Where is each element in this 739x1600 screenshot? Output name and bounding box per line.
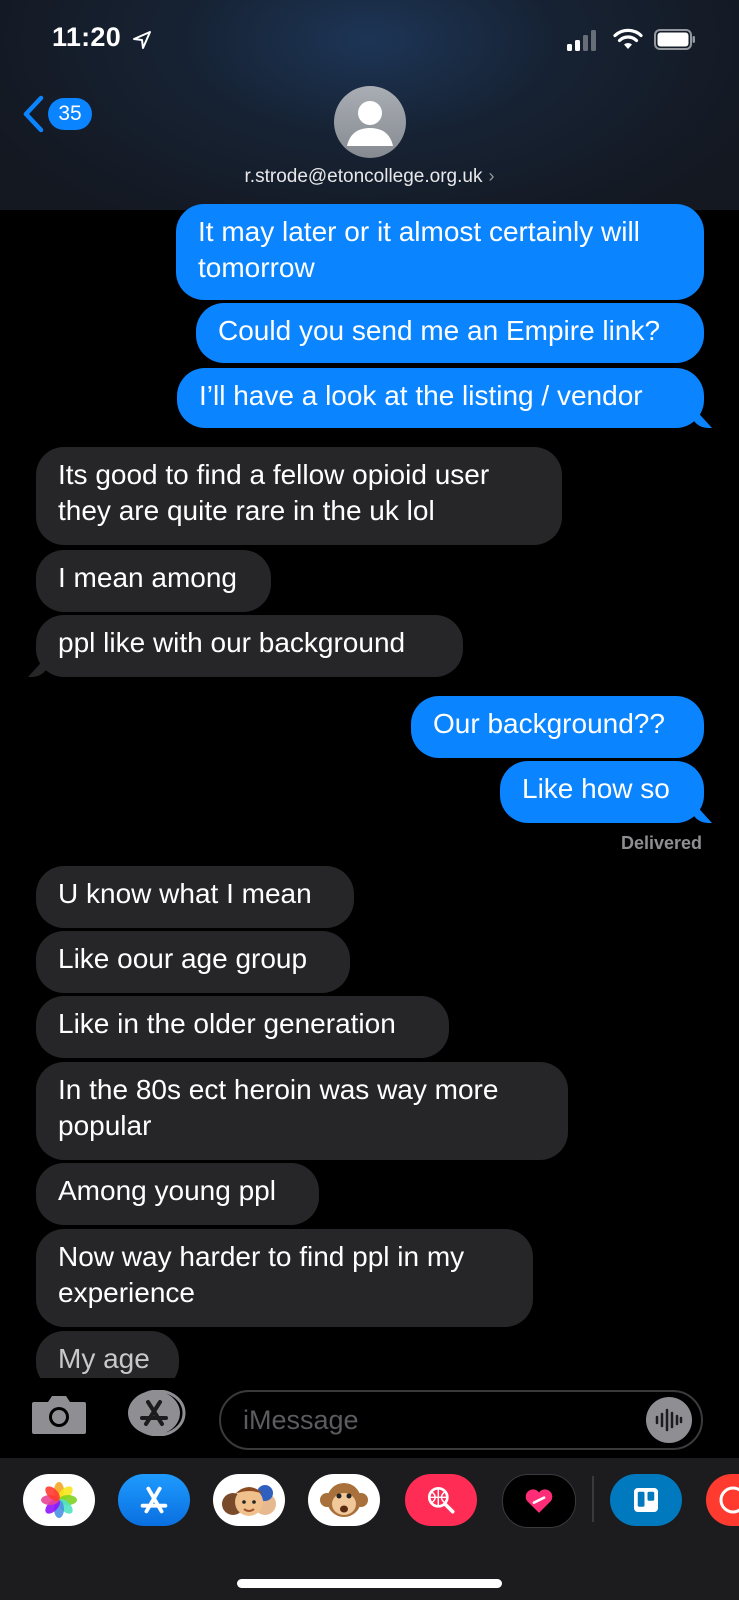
app-store-icon[interactable] (118, 1474, 190, 1526)
message-bubble-outgoing[interactable]: Could you send me an Empire link? (196, 303, 704, 363)
message-bubble-incoming[interactable]: Among young ppl (36, 1163, 319, 1225)
camera-icon[interactable] (30, 1390, 88, 1436)
memoji-icon[interactable] (213, 1474, 285, 1526)
message-bubble-incoming[interactable]: I mean among (36, 550, 271, 612)
cellular-signal-icon (567, 30, 596, 51)
message-bubble-outgoing[interactable]: It may later or it almost certainly will… (176, 204, 704, 300)
photos-icon[interactable] (23, 1474, 95, 1526)
memoji-faces-icon (222, 1485, 276, 1516)
message-input[interactable] (219, 1390, 703, 1450)
app-store-icon[interactable] (124, 1390, 188, 1436)
web-search-icon[interactable] (405, 1474, 477, 1526)
delivered-status: Delivered (620, 833, 702, 853)
app-store-a-icon (140, 1486, 168, 1514)
message-bubble-incoming[interactable]: Like in the older generation (36, 996, 449, 1058)
trello-icon[interactable] (610, 1474, 682, 1526)
animoji-icon[interactable] (308, 1474, 380, 1526)
unread-count-badge: 35 (48, 98, 92, 130)
message-bubble-incoming[interactable]: Like oour age group (36, 931, 350, 993)
message-bubble-outgoing[interactable]: Like how so (500, 761, 704, 823)
message-bubble-incoming[interactable]: ppl like with our background (36, 615, 463, 677)
photos-flower-icon (41, 1482, 77, 1518)
message-bubble-outgoing[interactable]: Our background?? (411, 696, 704, 758)
person-icon (347, 101, 393, 146)
monkey-face-icon (320, 1483, 368, 1517)
tray-divider (592, 1476, 594, 1522)
digital-touch-icon[interactable] (502, 1474, 576, 1528)
heart-icon (525, 1489, 553, 1513)
chevron-right-icon: › (488, 166, 495, 186)
globe-magnifier-icon (427, 1486, 455, 1514)
contact-avatar[interactable] (334, 86, 406, 158)
trello-board-icon (634, 1488, 658, 1512)
message-bubble-incoming[interactable]: In the 80s ect heroin was way more popul… (36, 1062, 568, 1160)
message-bubble-incoming[interactable]: Its good to find a fellow opioid user th… (36, 447, 562, 545)
wifi-icon (613, 28, 643, 49)
contact-name[interactable]: r.strode@etoncollege.org.uk › (0, 166, 739, 188)
location-arrow-icon (133, 31, 151, 49)
home-indicator[interactable] (237, 1579, 502, 1588)
battery-icon (654, 29, 695, 50)
status-time: 11:20 (52, 22, 122, 52)
chevron-left-icon (23, 95, 44, 133)
message-bubble-incoming[interactable]: Now way harder to find ppl in my experie… (36, 1229, 533, 1327)
partial-app-glyph-icon (719, 1486, 739, 1514)
conversation-header: 11:20 35 r.strode@etoncollege.org.uk › (0, 0, 739, 210)
audio-waveform-icon (655, 1408, 683, 1432)
contact-address: r.strode@etoncollege.org.uk (244, 166, 483, 187)
back-button[interactable]: 35 (20, 94, 92, 134)
message-bubble-outgoing[interactable]: I’ll have a look at the listing / vendor (177, 368, 704, 428)
audio-message-button[interactable] (646, 1397, 692, 1443)
message-bubble-incoming[interactable]: U know what I mean (36, 866, 354, 928)
